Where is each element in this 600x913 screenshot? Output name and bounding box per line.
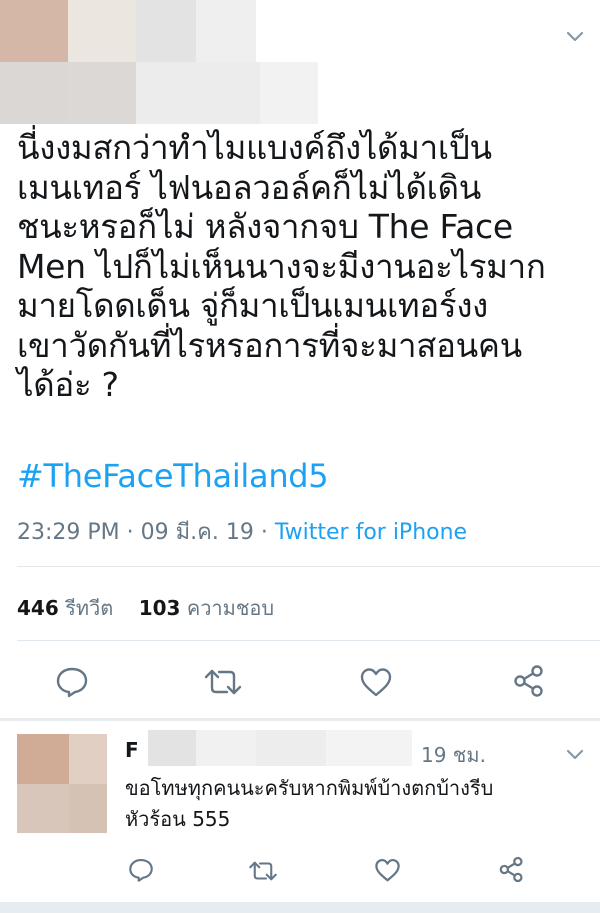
- retweet-icon[interactable]: [248, 860, 278, 882]
- tweet-source[interactable]: Twitter for iPhone: [275, 520, 467, 545]
- tweet-stats: 446 รีทวีต 103 ความชอบ: [17, 592, 274, 624]
- retweet-label[interactable]: รีทวีต: [65, 596, 113, 620]
- reply-author-initial[interactable]: F: [125, 738, 139, 762]
- retweet-count[interactable]: 446: [17, 596, 59, 620]
- like-count[interactable]: 103: [139, 596, 181, 620]
- like-icon[interactable]: [374, 858, 401, 882]
- retweet-icon[interactable]: [203, 668, 243, 696]
- chevron-down-icon[interactable]: [565, 748, 585, 762]
- like-label[interactable]: ความชอบ: [187, 596, 274, 620]
- reply-time: 19 ชม.: [421, 743, 486, 767]
- tweet-text: นี่งงมสกว่าทำไมแบงค์ถึงได้มาเป็น เมนเทอร…: [17, 128, 546, 404]
- divider: [17, 640, 600, 641]
- divider: [0, 718, 600, 721]
- meta-separator: ·: [126, 520, 134, 545]
- tweet-date: 09 มี.ค. 19: [140, 520, 254, 545]
- tweet-meta: 23:29 PM · 09 มี.ค. 19 · Twitter for iPh…: [17, 514, 467, 549]
- tweet-time: 23:29 PM: [17, 520, 120, 545]
- tweet-hashtag[interactable]: #TheFaceThailand5: [17, 457, 329, 495]
- meta-separator: ·: [260, 520, 268, 545]
- reply-text: ขอโทษทุกคนนะครับหากพิมพ์บ้างตกบ้างรีบ หั…: [125, 776, 494, 831]
- chevron-down-icon[interactable]: [565, 30, 585, 44]
- divider: [17, 566, 600, 567]
- like-icon[interactable]: [359, 667, 393, 697]
- reply-icon[interactable]: [128, 857, 154, 883]
- bottom-divider: [0, 902, 600, 913]
- share-icon[interactable]: [498, 856, 525, 883]
- share-icon[interactable]: [512, 664, 546, 698]
- reply-icon[interactable]: [55, 666, 89, 698]
